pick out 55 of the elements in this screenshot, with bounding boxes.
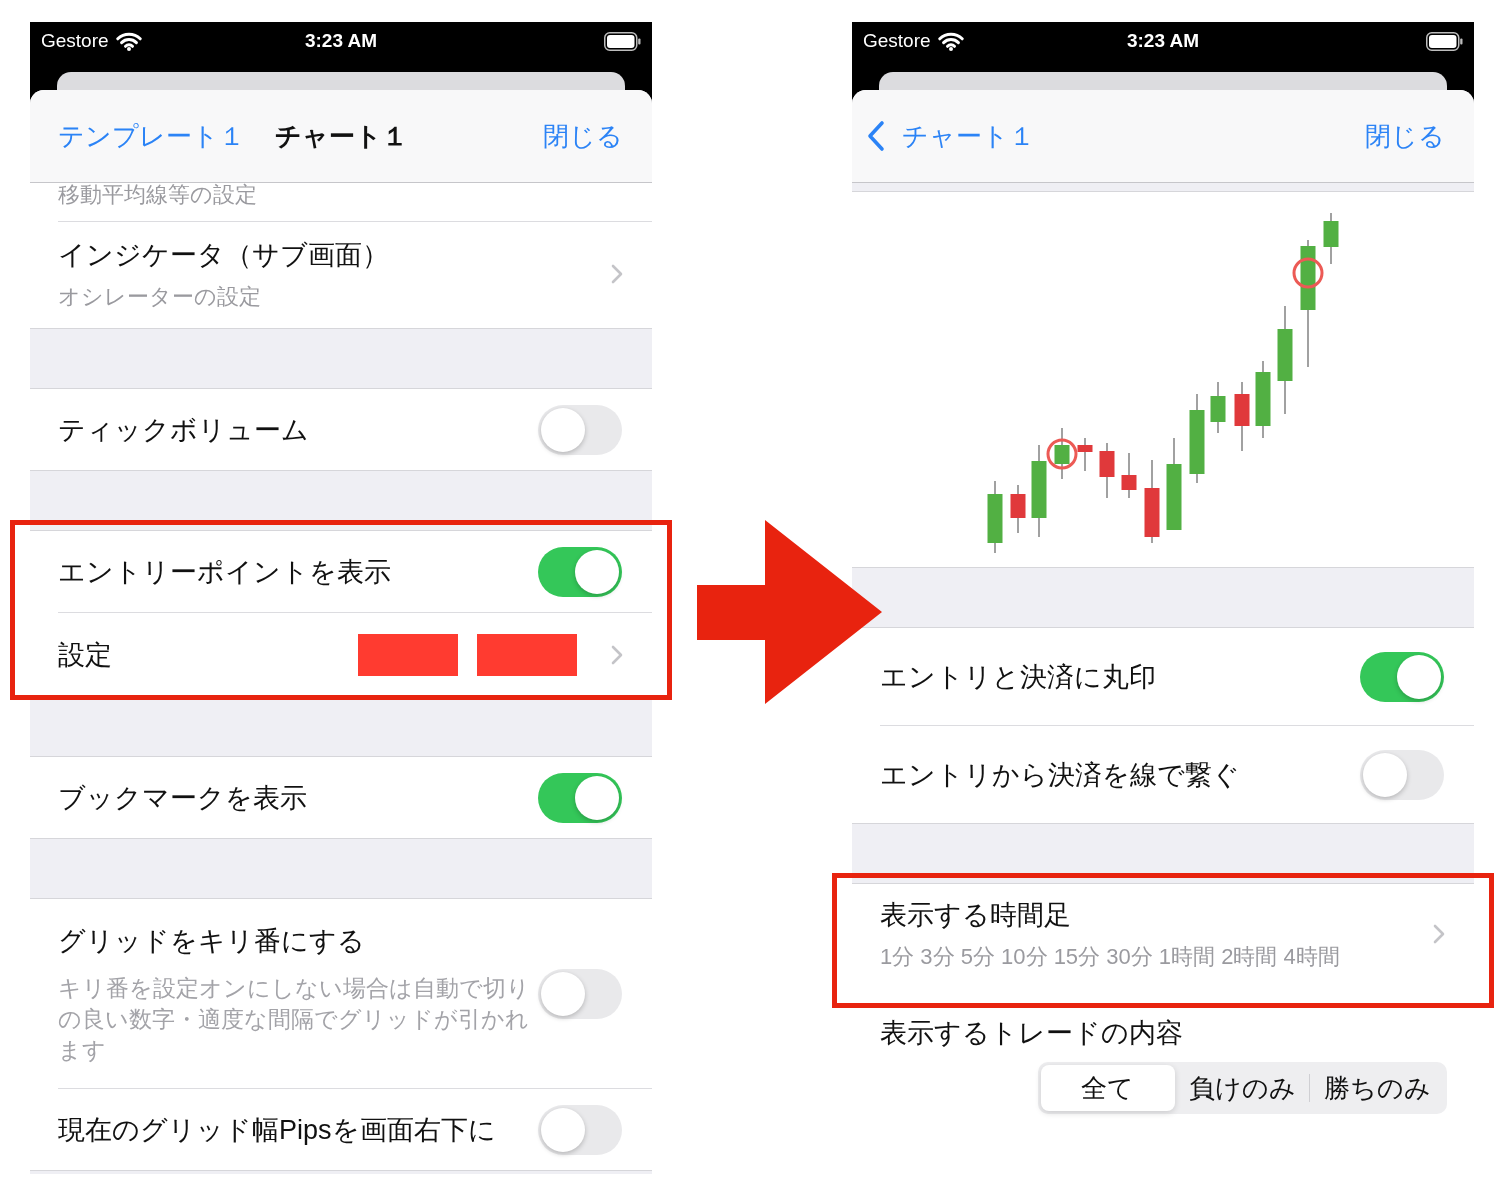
circle-marker-icon: [1046, 438, 1078, 470]
candlestick: [1054, 427, 1070, 480]
toggle-switch[interactable]: [538, 1104, 622, 1155]
chevron-right-icon: [611, 264, 623, 284]
row-title: グリッドをキリ番にする: [58, 925, 366, 958]
carrier-name: Gestore: [863, 29, 931, 53]
candlestick: [1099, 442, 1115, 499]
row-subtitle: 1分 3分 5分 10分 15分 30分 1時間 2時間 4時間: [880, 943, 1340, 971]
back-button[interactable]: チャート１: [866, 119, 1035, 153]
section-title: 表示するトレードの内容: [880, 1017, 1184, 1050]
row-title: エントリと決済に丸印: [880, 660, 1156, 694]
row-title: 現在のグリッド幅Pipsを画面右下に: [58, 1113, 496, 1147]
carrier-name: Gestore: [41, 29, 109, 53]
battery-icon: [604, 31, 641, 51]
row-title: ブックマークを表示: [58, 781, 307, 815]
row-title: エントリーポイントを表示: [58, 555, 391, 589]
circle-marker-icon: [1292, 257, 1324, 289]
row-title: 設定: [58, 638, 113, 672]
candlestick: [1121, 452, 1137, 499]
status-time: 3:23 AM: [304, 29, 378, 53]
battery-icon: [1426, 31, 1463, 51]
chevron-right-icon: [611, 644, 623, 665]
toggle-switch[interactable]: [1360, 651, 1444, 702]
candlestick: [1323, 212, 1339, 265]
close-button[interactable]: 閉じる: [543, 119, 623, 153]
segment-tab[interactable]: 勝ちのみ: [1310, 1065, 1444, 1111]
color-swatch[interactable]: [477, 633, 577, 676]
toggle-switch[interactable]: [1360, 749, 1444, 800]
arrow-icon: [697, 520, 882, 704]
row-description: キリ番を設定オンにしない場合は自動で切りの良い数字・適度な間隔でグリッドが引かれます: [58, 975, 531, 1065]
row-title: 表示する時間足: [880, 899, 1072, 932]
nav-title: チャート１: [274, 120, 408, 153]
toggle-switch[interactable]: [538, 404, 622, 455]
wifi-icon: [115, 31, 142, 51]
row-subtitle: 移動平均線等の設定: [58, 183, 258, 207]
chevron-right-icon: [1433, 924, 1445, 944]
candlestick: [1234, 381, 1250, 452]
status-time: 3:23 AM: [1126, 29, 1200, 53]
close-button[interactable]: 閉じる: [1365, 119, 1445, 153]
segment-tab[interactable]: 全て: [1041, 1065, 1175, 1111]
toggle-switch[interactable]: [538, 546, 622, 597]
wifi-icon: [937, 31, 964, 51]
row-title: ティックボリューム: [58, 413, 309, 447]
candlestick: [1010, 484, 1026, 534]
color-swatch[interactable]: [358, 633, 458, 676]
candlestick: [1077, 437, 1093, 472]
segment-tab[interactable]: 負けのみ: [1175, 1065, 1310, 1111]
row-title: インジケータ（サブ画面）: [58, 239, 389, 272]
toggle-switch[interactable]: [538, 772, 622, 823]
row-subtitle: オシレーターの設定: [58, 283, 262, 311]
chevron-left-icon: [866, 120, 886, 152]
candlestick: [1210, 381, 1226, 434]
toggle-switch[interactable]: [538, 968, 622, 1019]
back-button[interactable]: テンプレート１: [58, 119, 245, 153]
row-title: エントリから決済を線で繋ぐ: [880, 758, 1240, 792]
